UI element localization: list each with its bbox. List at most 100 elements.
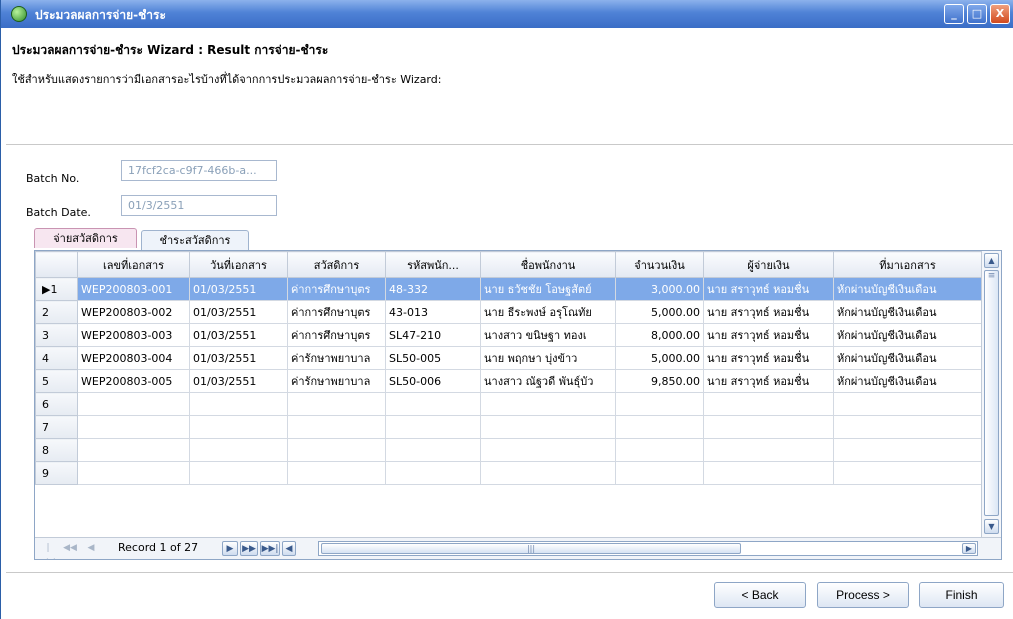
cell-amount[interactable]: 8,000.00 — [615, 323, 704, 347]
scroll-right-icon[interactable]: ▶ — [962, 543, 976, 554]
cell-emp-code[interactable] — [385, 415, 481, 439]
cell-amount[interactable]: 5,000.00 — [615, 346, 704, 370]
process-button[interactable]: Process > — [817, 582, 909, 608]
cell-welfare[interactable] — [287, 415, 386, 439]
scroll-down-icon[interactable]: ▼ — [984, 519, 999, 534]
cell-welfare[interactable]: ค่าการศึกษาบุตร — [287, 323, 386, 347]
cell-source[interactable] — [833, 438, 982, 462]
cell-emp-code[interactable]: 48-332 — [385, 277, 481, 301]
cell-doc-date[interactable] — [189, 415, 288, 439]
table-row[interactable]: 9 — [35, 461, 982, 485]
table-row[interactable]: ▶1 WEP200803-001 01/03/2551 ค่าการศึกษาบ… — [35, 277, 982, 301]
cell-emp-name[interactable] — [480, 415, 616, 439]
batch-no-field[interactable]: 17fcf2ca-c9f7-466b-a... — [121, 160, 277, 181]
column-header-emp-code[interactable]: รหัสพนัก... — [385, 251, 481, 278]
cell-welfare[interactable]: ค่ารักษาพยาบาล — [287, 346, 386, 370]
cell-source[interactable] — [833, 392, 982, 416]
cell-doc-date[interactable]: 01/03/2551 — [189, 300, 288, 324]
cell-emp-name[interactable] — [480, 392, 616, 416]
column-header-payer[interactable]: ผู้จ่ายเงิน — [703, 251, 834, 278]
cell-amount[interactable] — [615, 415, 704, 439]
column-header-doc-date[interactable]: วันที่เอกสาร — [189, 251, 288, 278]
next-record-icon[interactable]: ▶ — [222, 541, 238, 556]
cell-emp-name[interactable]: นาย พฤกษา บุ่งข้าว — [480, 346, 616, 370]
cell-doc-no[interactable]: WEP200803-003 — [77, 323, 190, 347]
cell-payer[interactable]: นาย สราวุทธ์ หอมชื่น — [703, 277, 834, 301]
prev-page-icon[interactable]: ◀◀ — [63, 541, 77, 556]
table-row[interactable]: 3 WEP200803-003 01/03/2551 ค่าการศึกษาบุ… — [35, 323, 982, 347]
table-row[interactable]: 5 WEP200803-005 01/03/2551 ค่ารักษาพยาบา… — [35, 369, 982, 393]
cell-amount[interactable] — [615, 461, 704, 485]
cell-emp-code[interactable] — [385, 438, 481, 462]
title-bar[interactable]: ประมวลผลการจ่าย-ชำระ _ □ X — [1, 0, 1013, 28]
cell-payer[interactable]: นาย สราวุทธ์ หอมชื่น — [703, 323, 834, 347]
cell-emp-name[interactable]: นางสาว ขนิษฐา ทองเ — [480, 323, 616, 347]
cell-emp-name[interactable] — [480, 438, 616, 462]
cell-welfare[interactable] — [287, 438, 386, 462]
horizontal-scrollbar[interactable]: ||| ▶ — [318, 541, 978, 556]
column-header-doc-no[interactable]: เลขที่เอกสาร — [77, 251, 190, 278]
cell-emp-code[interactable] — [385, 392, 481, 416]
cell-source[interactable] — [833, 415, 982, 439]
cell-emp-name[interactable] — [480, 461, 616, 485]
table-row[interactable]: 2 WEP200803-002 01/03/2551 ค่าการศึกษาบุ… — [35, 300, 982, 324]
cell-amount[interactable]: 9,850.00 — [615, 369, 704, 393]
column-header-amount[interactable]: จำนวนเงิน — [615, 251, 704, 278]
cell-emp-name[interactable]: นาย ธีระพงษ์ อรุโณทัย — [480, 300, 616, 324]
tab-settle-welfare[interactable]: ชำระสวัสดิการ — [141, 230, 249, 250]
cell-amount[interactable] — [615, 392, 704, 416]
cell-welfare[interactable] — [287, 461, 386, 485]
cell-source[interactable]: หักผ่านบัญชีเงินเดือน — [833, 300, 982, 324]
cell-amount[interactable]: 3,000.00 — [615, 277, 704, 301]
cell-source[interactable]: หักผ่านบัญชีเงินเดือน — [833, 369, 982, 393]
cell-payer[interactable]: นาย สราวุทธ์ หอมชื่น — [703, 346, 834, 370]
cell-doc-date[interactable] — [189, 438, 288, 462]
horizontal-scroll-thumb[interactable]: ||| — [321, 543, 741, 554]
cell-doc-date[interactable] — [189, 392, 288, 416]
close-button[interactable]: X — [990, 4, 1010, 24]
table-row[interactable]: 8 — [35, 438, 982, 462]
table-row[interactable]: 4 WEP200803-004 01/03/2551 ค่ารักษาพยาบา… — [35, 346, 982, 370]
cell-welfare[interactable]: ค่าการศึกษาบุตร — [287, 300, 386, 324]
column-header-source[interactable]: ที่มาเอกสาร — [833, 251, 982, 278]
next-page-icon[interactable]: ▶▶ — [240, 541, 258, 556]
cell-payer[interactable] — [703, 461, 834, 485]
cell-emp-code[interactable]: SL47-210 — [385, 323, 481, 347]
vertical-scrollbar[interactable]: ▲ ≡ ▼ — [981, 251, 1001, 537]
cell-doc-no[interactable]: WEP200803-002 — [77, 300, 190, 324]
cell-emp-code[interactable]: 43-013 — [385, 300, 481, 324]
cell-emp-code[interactable]: SL50-005 — [385, 346, 481, 370]
scroll-left-icon[interactable]: ◀ — [282, 541, 296, 556]
first-record-icon[interactable]: |◀◀ — [41, 541, 55, 559]
finish-button[interactable]: Finish — [919, 582, 1004, 608]
cell-emp-name[interactable]: นางสาว ณัฐวดี พันธุ์บัว — [480, 369, 616, 393]
cell-welfare[interactable]: ค่ารักษาพยาบาล — [287, 369, 386, 393]
cell-payer[interactable] — [703, 438, 834, 462]
cell-source[interactable] — [833, 461, 982, 485]
cell-source[interactable]: หักผ่านบัญชีเงินเดือน — [833, 323, 982, 347]
cell-source[interactable]: หักผ่านบัญชีเงินเดือน — [833, 346, 982, 370]
cell-doc-no[interactable]: WEP200803-004 — [77, 346, 190, 370]
cell-payer[interactable] — [703, 392, 834, 416]
cell-emp-name[interactable]: นาย ธวัชชัย โอษฐสัตย์ — [480, 277, 616, 301]
column-header-welfare[interactable]: สวัสดิการ — [287, 251, 386, 278]
cell-doc-no[interactable]: WEP200803-005 — [77, 369, 190, 393]
cell-amount[interactable] — [615, 438, 704, 462]
cell-emp-code[interactable] — [385, 461, 481, 485]
tab-pay-welfare[interactable]: จ่ายสวัสดิการ — [34, 228, 137, 248]
cell-welfare[interactable] — [287, 392, 386, 416]
maximize-button[interactable]: □ — [967, 4, 987, 24]
cell-doc-no[interactable] — [77, 415, 190, 439]
cell-doc-date[interactable]: 01/03/2551 — [189, 346, 288, 370]
cell-doc-no[interactable]: WEP200803-001 — [77, 277, 190, 301]
prev-record-icon[interactable]: ◀ — [85, 541, 97, 556]
last-record-icon[interactable]: ▶▶| — [260, 541, 280, 556]
back-button[interactable]: < Back — [714, 582, 806, 608]
scroll-up-icon[interactable]: ▲ — [984, 253, 999, 268]
batch-date-field[interactable]: 01/3/2551 — [121, 195, 277, 216]
vertical-scroll-thumb[interactable]: ≡ — [984, 270, 999, 516]
table-row[interactable]: 7 — [35, 415, 982, 439]
cell-welfare[interactable]: ค่าการศึกษาบุตร — [287, 277, 386, 301]
cell-doc-date[interactable]: 01/03/2551 — [189, 323, 288, 347]
cell-doc-no[interactable] — [77, 392, 190, 416]
